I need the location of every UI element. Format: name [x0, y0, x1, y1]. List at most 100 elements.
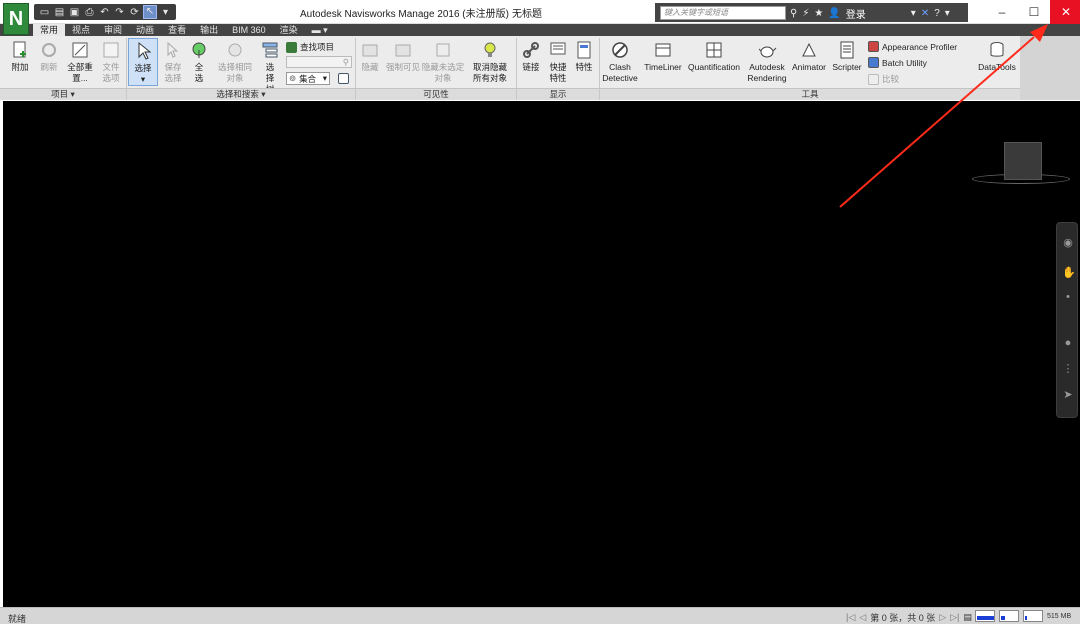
batch-utility-button[interactable]: Batch Utility — [868, 57, 927, 68]
customize-dropdown-icon[interactable]: ▾ — [159, 7, 172, 18]
panel-visibility-footer: 可见性 — [356, 88, 516, 100]
quick-properties-icon — [548, 40, 568, 60]
datatools-button[interactable]: DataTools — [974, 40, 1020, 73]
select-button[interactable]: 选择 ▾ — [128, 38, 158, 86]
walk-icon[interactable]: ⋮ — [1062, 363, 1074, 375]
status-ready-text: 就绪 — [8, 614, 27, 624]
last-sheet-icon[interactable]: ▷| — [950, 612, 959, 623]
select-same-icon — [225, 40, 245, 60]
append-button[interactable]: 附加 — [8, 40, 32, 73]
hide-unselected-button[interactable]: 隐藏未选定对象 — [421, 40, 465, 84]
disk-progress-icon — [999, 610, 1019, 622]
binoculars-icon[interactable]: ⚲ — [790, 8, 797, 19]
require-button[interactable]: 强制可见 — [385, 40, 421, 73]
require-icon — [393, 40, 413, 60]
redo-icon[interactable]: ↷ — [113, 7, 126, 18]
viewcube[interactable] — [1004, 142, 1042, 180]
window-title: Autodesk Navisworks Manage 2016 (未注册版) — [300, 9, 509, 20]
star-icon[interactable]: ★ — [814, 8, 823, 19]
appearance-profiler-button[interactable]: Appearance Profiler — [868, 41, 957, 52]
quick-find-input[interactable]: ⚲ — [286, 56, 352, 68]
links-button[interactable]: 链接 — [520, 40, 542, 73]
autodesk-rendering-button[interactable]: Autodesk Rendering — [745, 40, 789, 84]
ribbon-tab-bar: 常用 视点 审阅 动画 查看 输出 BIM 360 渲染 ▬ ▾ — [0, 24, 1080, 36]
performance-indicators: 515 MB — [975, 610, 1071, 622]
sheet-navigation: |◁ ◁ 第 0 张，共 0 张 ▷ ▷| ▤ — [846, 611, 972, 624]
ribbon-minimize-toggle[interactable]: ▬ ▾ — [305, 24, 335, 36]
save-icon[interactable]: ▣ — [68, 7, 81, 18]
first-sheet-icon[interactable]: |◁ — [846, 612, 855, 623]
help-icon[interactable]: ? — [934, 8, 940, 19]
reset-all-button[interactable]: 全部重置... — [66, 40, 94, 84]
select-cursor-icon[interactable]: ↖ — [143, 5, 157, 19]
file-options-button[interactable]: 文件选项 — [98, 40, 124, 84]
sets-dropdown[interactable]: ⊚ 集合 ▾ — [286, 72, 330, 85]
refresh-button[interactable]: 刷新 — [36, 40, 62, 73]
unhide-all-button[interactable]: 取消隐藏所有对象 — [470, 40, 510, 84]
steering-wheel-icon[interactable]: ◉ — [1062, 237, 1074, 249]
quantification-button[interactable]: Quantification — [686, 40, 742, 73]
panel-project-footer[interactable]: 项目 ▾ — [0, 88, 126, 100]
select-cursor-icon[interactable]: ➤ — [1062, 389, 1074, 401]
pan-hand-icon[interactable]: ✋ — [1062, 267, 1076, 279]
login-link[interactable]: 登录 — [846, 6, 866, 21]
refresh-icon[interactable]: ⟳ — [128, 7, 141, 18]
new-file-icon[interactable]: ▭ — [38, 7, 51, 18]
title-bar: ▭ ▤ ▣ ⎙ ↶ ↷ ⟳ ↖ ▾ Autodesk Navisworks Ma… — [0, 0, 1080, 24]
chevron-down-icon[interactable]: ▾ — [911, 8, 916, 19]
quick-properties-button[interactable]: 快捷特性 — [546, 40, 570, 84]
tab-animation[interactable]: 动画 — [129, 24, 161, 36]
selection-tree-button[interactable]: 选择树 — [258, 40, 282, 95]
compare-button[interactable]: 比较 — [868, 73, 899, 85]
properties-button[interactable]: 特性 — [573, 40, 595, 73]
close-button[interactable]: ✕ — [1050, 0, 1080, 24]
reset-all-icon — [70, 40, 90, 60]
app-logo[interactable]: N — [3, 3, 29, 35]
sets-icon: ⊚ — [289, 73, 297, 83]
maximize-button[interactable]: ☐ — [1018, 0, 1050, 24]
orbit-icon[interactable]: ● — [1062, 337, 1074, 349]
tab-render[interactable]: 渲染 — [273, 24, 305, 36]
clash-detective-button[interactable]: Clash Detective — [600, 40, 640, 84]
next-sheet-icon[interactable]: ▷ — [939, 612, 946, 623]
hide-button[interactable]: 隐藏 — [358, 40, 382, 73]
find-items-button[interactable]: 查找项目 — [286, 41, 334, 53]
timeliner-button[interactable]: TimeLiner — [642, 40, 684, 73]
search-input[interactable]: 键入关键字或短语 — [660, 6, 786, 20]
save-selection-button[interactable]: 保存选择 — [162, 40, 184, 84]
undo-icon[interactable]: ↶ — [98, 7, 111, 18]
tab-view[interactable]: 查看 — [161, 24, 193, 36]
3d-viewport[interactable] — [3, 101, 1080, 607]
panel-select-search-footer[interactable]: 选择和搜索 ▾ — [127, 88, 355, 100]
tab-output[interactable]: 输出 — [193, 24, 225, 36]
open-file-icon[interactable]: ▤ — [53, 7, 66, 18]
appearance-profiler-icon — [868, 41, 879, 52]
tab-home[interactable]: 常用 — [33, 24, 66, 36]
exchange-icon[interactable]: ✕ — [921, 8, 929, 19]
lightbulb-icon — [480, 40, 500, 60]
compare-icon — [868, 73, 879, 85]
tab-bim360[interactable]: BIM 360 — [225, 24, 273, 36]
print-icon[interactable]: ⎙ — [83, 7, 96, 18]
subscription-icon[interactable]: ⚡ — [802, 8, 809, 19]
infocenter-tools: ⚲ ⚡ ★ 👤 登录 ▾ ✕ ? ▾ — [790, 6, 950, 21]
sheet-browser-icon[interactable]: ▤ — [963, 612, 972, 623]
select-same-button[interactable]: 选择相同对象 — [216, 40, 254, 84]
previous-sheet-icon[interactable]: ◁ — [859, 612, 866, 623]
minimize-button[interactable]: – — [986, 0, 1018, 24]
user-icon[interactable]: 👤 — [828, 8, 840, 19]
tab-review[interactable]: 审阅 — [97, 24, 129, 36]
select-all-button[interactable]: 全选 — [188, 40, 210, 84]
tab-viewpoint[interactable]: 视点 — [65, 24, 97, 36]
animator-button[interactable]: Animator — [790, 40, 828, 73]
clash-detective-icon — [610, 40, 630, 60]
status-bar: 就绪 |◁ ◁ 第 0 张，共 0 张 ▷ ▷| ▤ 515 MB — [0, 607, 1080, 624]
scripter-button[interactable]: Scripter — [830, 40, 864, 73]
zoom-icon[interactable]: • — [1062, 291, 1074, 303]
quantification-icon — [704, 40, 724, 60]
select-all-icon — [189, 40, 209, 60]
pencil-progress-icon — [975, 610, 995, 622]
document-title: 无标题 — [512, 9, 542, 20]
help-dropdown-icon[interactable]: ▾ — [945, 8, 950, 19]
manage-sets-button[interactable] — [338, 73, 349, 84]
